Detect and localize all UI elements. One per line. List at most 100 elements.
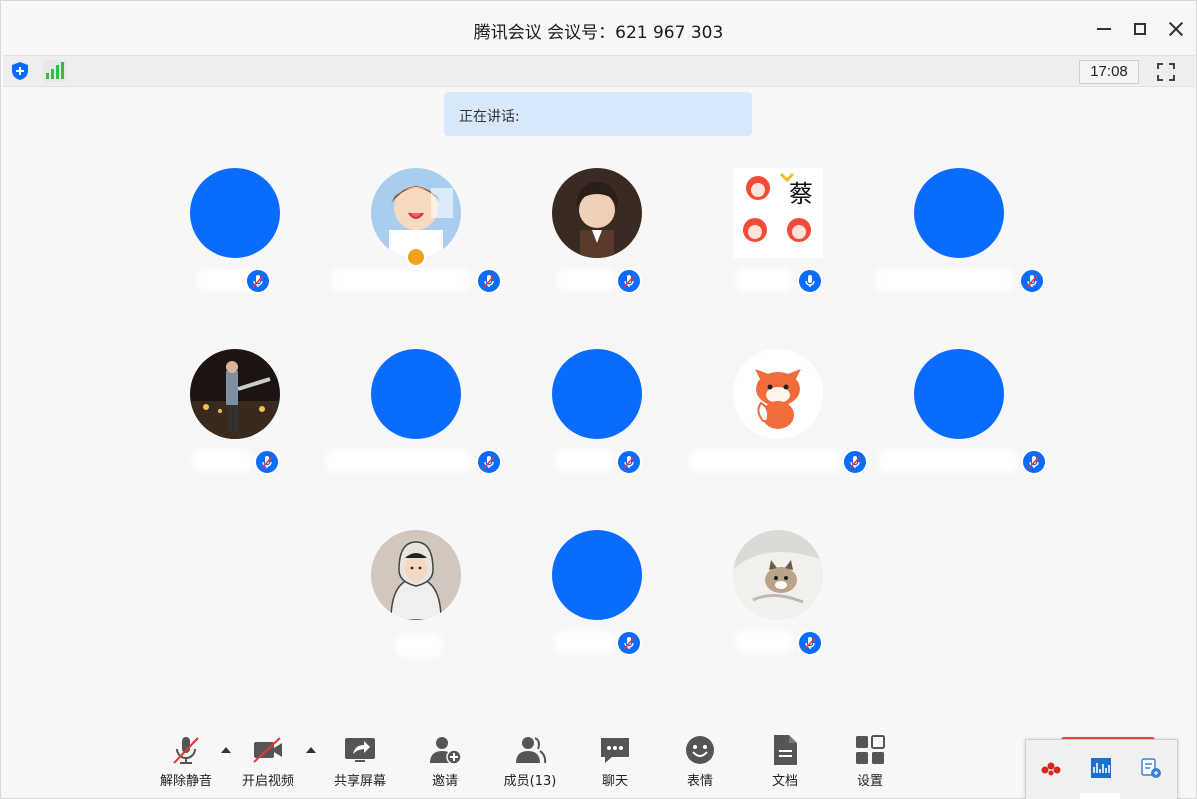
start-video-button[interactable]: 开启视频 (233, 729, 303, 793)
participant-name (735, 268, 793, 292)
close-icon (1168, 21, 1184, 37)
video-options-caret-icon[interactable] (306, 747, 316, 753)
mic-muted-icon (245, 268, 271, 294)
participant-name (325, 449, 471, 473)
share-screen-button[interactable]: 共享屏幕 (325, 729, 395, 793)
avatar (914, 168, 1004, 258)
participant-tile[interactable]: 蔡 (733, 168, 853, 308)
avatar (190, 168, 280, 258)
participant-tile[interactable] (689, 349, 868, 489)
participant-tile[interactable] (552, 349, 672, 489)
audio-options-caret-icon[interactable] (221, 747, 231, 753)
participant-name (331, 268, 471, 292)
tray-tab-indicator (1080, 793, 1120, 799)
maximize-icon (1134, 23, 1146, 35)
members-label: 成员(13) (503, 774, 557, 789)
chat-button[interactable]: 聊天 (580, 729, 650, 793)
participant-name (874, 268, 1014, 292)
participant-name (554, 449, 614, 473)
mic-on-icon (797, 268, 823, 294)
grid-settings-icon (856, 735, 885, 764)
close-button[interactable] (1161, 15, 1191, 43)
settings-label: 设置 (856, 774, 883, 789)
start-video-label: 开启视频 (241, 774, 294, 789)
document-icon (774, 735, 797, 765)
avatar (733, 349, 823, 439)
participant-name (395, 634, 443, 658)
mic-muted-icon (616, 449, 642, 475)
avatar: 蔡 (733, 168, 823, 258)
avatar (733, 530, 823, 620)
avatar (552, 349, 642, 439)
host-badge-icon (406, 247, 426, 267)
window-title: 腾讯会议 会议号：621 967 303 (473, 23, 724, 43)
mic-muted-icon (254, 449, 280, 475)
members-button[interactable]: 成员(13) (495, 729, 565, 793)
participant-tile[interactable] (552, 530, 672, 670)
avatar (552, 168, 642, 258)
participant-tile[interactable] (325, 349, 502, 489)
minimize-button[interactable] (1089, 15, 1119, 43)
mic-muted-icon (616, 630, 642, 656)
participant-name (878, 449, 1018, 473)
documents-label: 文档 (771, 774, 798, 789)
invite-button[interactable]: 邀请 (410, 729, 480, 793)
mic-muted-icon (1019, 268, 1045, 294)
maximize-button[interactable] (1125, 15, 1155, 43)
avatar (914, 349, 1004, 439)
avatar-text: 蔡 (789, 180, 813, 208)
mic-muted-icon (476, 449, 502, 475)
settings-button[interactable]: 设置 (835, 729, 905, 793)
chat-label: 聊天 (601, 774, 628, 789)
meeting-window: 腾讯会议 会议号：621 967 303 17:08 正在讲话: 蔡 解除静音 … (0, 0, 1197, 799)
participant-tile[interactable] (190, 349, 310, 489)
active-speaker-label: 正在讲话: (459, 109, 520, 125)
share-screen-icon (345, 738, 375, 762)
translate-tray-icon[interactable] (1139, 756, 1163, 780)
participant-tile[interactable] (878, 349, 1047, 489)
avatar (552, 530, 642, 620)
invite-label: 邀请 (431, 774, 458, 789)
smiley-icon (686, 736, 714, 764)
mic-muted-icon (476, 268, 502, 294)
avatar (371, 168, 461, 258)
mic-muted-icon (616, 268, 642, 294)
participant-tile[interactable] (552, 168, 672, 308)
fullscreen-icon[interactable] (1155, 61, 1177, 83)
participant-tile[interactable] (733, 530, 853, 670)
avatar (371, 349, 461, 439)
video-off-icon (253, 737, 282, 763)
participant-tile[interactable] (190, 168, 310, 308)
mic-muted-icon (173, 737, 199, 764)
chat-icon (601, 738, 629, 763)
meeting-info-bar: 17:08 (3, 55, 1195, 87)
active-speaker-banner: 正在讲话: (444, 92, 752, 136)
mic-muted-icon (1021, 449, 1047, 475)
unmute-label: 解除静音 (159, 774, 212, 789)
participant-tile[interactable] (371, 530, 491, 670)
mic-muted-icon (842, 449, 868, 475)
participant-name (689, 449, 841, 473)
reactions-button[interactable]: 表情 (665, 729, 735, 793)
audio-tray-icon[interactable] (1089, 756, 1113, 780)
participant-tile[interactable] (331, 168, 502, 308)
reactions-label: 表情 (686, 774, 713, 789)
participant-name (556, 268, 616, 292)
documents-button[interactable]: 文档 (750, 729, 820, 793)
title-bar: 腾讯会议 会议号：621 967 303 (1, 1, 1196, 55)
add-user-icon (430, 737, 462, 765)
members-icon (516, 737, 547, 764)
shield-icon[interactable] (10, 61, 30, 81)
signal-strength-icon[interactable] (43, 60, 67, 82)
mic-muted-icon (797, 630, 823, 656)
share-screen-label: 共享屏幕 (333, 774, 386, 789)
participant-tile[interactable] (874, 168, 1045, 308)
participant-name (554, 630, 614, 654)
app-tray-icon[interactable] (1039, 756, 1063, 780)
participant-name (735, 630, 793, 654)
meeting-clock: 17:08 (1079, 60, 1139, 84)
avatar (190, 349, 280, 439)
system-tray-popup (1025, 739, 1178, 799)
unmute-button[interactable]: 解除静音 (151, 729, 221, 793)
participant-name (192, 449, 252, 473)
